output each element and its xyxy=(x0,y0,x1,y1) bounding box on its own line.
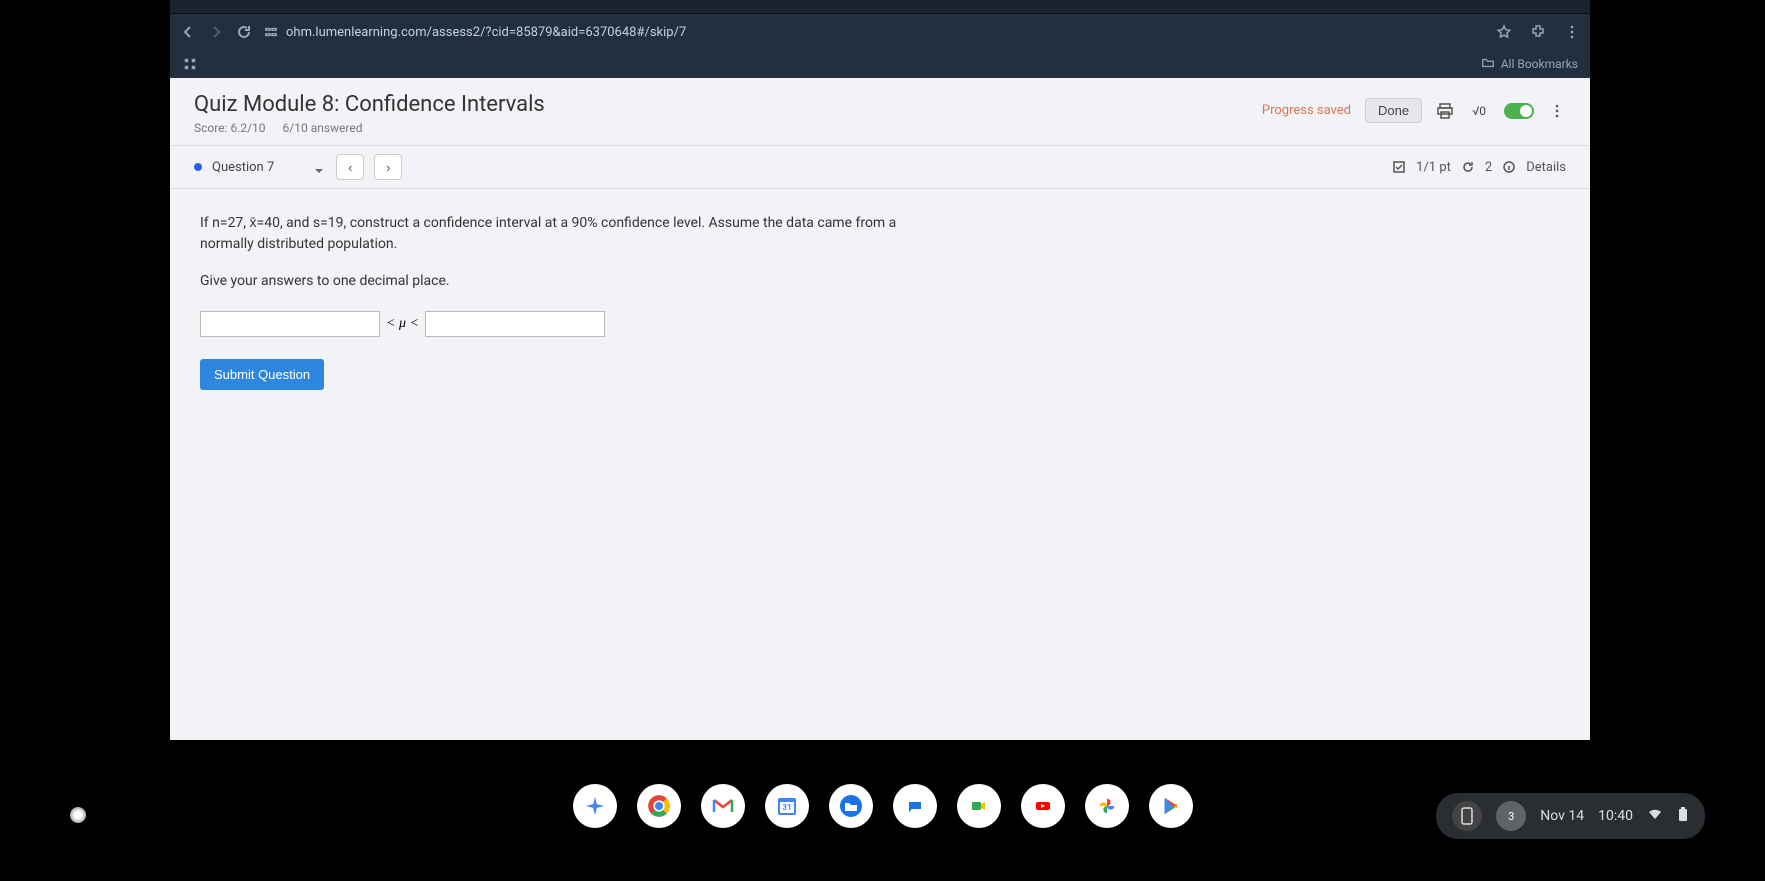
lower-bound-input[interactable] xyxy=(200,311,380,337)
menu-icon[interactable] xyxy=(1564,24,1580,40)
answer-row: < μ < xyxy=(200,311,920,337)
progress-saved-label: Progress saved xyxy=(1262,103,1351,118)
question-text: If n=27, x̄=40, and s=19, construct a co… xyxy=(200,213,920,255)
browser-tab-strip xyxy=(170,0,1590,14)
url-toolbar: ohm.lumenlearning.com/assess2/?cid=85879… xyxy=(170,14,1590,50)
kebab-icon[interactable] xyxy=(1548,102,1566,120)
upper-bound-input[interactable] xyxy=(425,311,605,337)
url-text: ohm.lumenlearning.com/assess2/?cid=85879… xyxy=(286,25,686,40)
browser-window: ohm.lumenlearning.com/assess2/?cid=85879… xyxy=(170,0,1590,740)
extension-icon[interactable] xyxy=(1530,24,1546,40)
print-icon[interactable] xyxy=(1436,102,1454,120)
attempts-label: 2 xyxy=(1485,160,1492,175)
prev-question-button[interactable]: ‹ xyxy=(336,154,364,180)
notification-badge-icon[interactable]: 3 xyxy=(1496,801,1526,831)
question-number-label: Question 7 xyxy=(212,160,274,175)
question-instruction: Give your answers to one decimal place. xyxy=(200,273,920,289)
calendar-app-icon[interactable]: 31 xyxy=(765,784,809,828)
quiz-answered: 6/10 answered xyxy=(283,121,363,135)
system-time: 10:40 xyxy=(1598,808,1633,824)
forward-icon[interactable] xyxy=(208,24,224,40)
phone-hub-icon[interactable] xyxy=(1452,801,1482,831)
quiz-title: Quiz Module 8: Confidence Intervals xyxy=(194,92,545,117)
star-icon[interactable] xyxy=(1496,24,1512,40)
play-store-app-icon[interactable] xyxy=(1149,784,1193,828)
settings-toggle[interactable] xyxy=(1504,103,1534,119)
math-mode-badge: √0 xyxy=(1468,103,1490,119)
points-label: 1/1 pt xyxy=(1416,160,1451,175)
messages-app-icon[interactable] xyxy=(893,784,937,828)
bookmark-bar: All Bookmarks xyxy=(170,50,1590,78)
retry-icon xyxy=(1461,160,1475,174)
system-tray[interactable]: 3 Nov 14 10:40 xyxy=(1436,793,1705,839)
svg-text:31: 31 xyxy=(782,803,791,812)
photos-app-icon[interactable] xyxy=(1085,784,1129,828)
score-icon xyxy=(1392,160,1406,174)
gmail-app-icon[interactable] xyxy=(701,784,745,828)
apps-grid-icon[interactable] xyxy=(182,56,198,72)
submit-question-button[interactable]: Submit Question xyxy=(200,359,324,390)
info-icon[interactable] xyxy=(1502,160,1516,174)
system-date: Nov 14 xyxy=(1540,808,1584,824)
taskbar-apps: 31 xyxy=(573,784,1193,828)
quiz-header: Quiz Module 8: Confidence Intervals Scor… xyxy=(170,78,1590,146)
question-body: If n=27, x̄=40, and s=19, construct a co… xyxy=(170,189,950,414)
mu-inequality-label: < μ < xyxy=(386,316,419,332)
question-nav-bar: Question 7 ‹ › 1/1 pt 2 Detail xyxy=(170,146,1590,189)
chrome-app-icon[interactable] xyxy=(637,784,681,828)
details-label[interactable]: Details xyxy=(1526,160,1566,175)
files-app-icon[interactable] xyxy=(829,784,873,828)
quiz-score: Score: 6.2/10 xyxy=(194,121,266,135)
done-button[interactable]: Done xyxy=(1365,98,1422,123)
url-field[interactable]: ohm.lumenlearning.com/assess2/?cid=85879… xyxy=(264,25,1484,40)
chevron-down-icon[interactable] xyxy=(314,161,326,173)
page-content: Quiz Module 8: Confidence Intervals Scor… xyxy=(170,78,1590,740)
next-question-button[interactable]: › xyxy=(374,154,402,180)
back-icon[interactable] xyxy=(180,24,196,40)
meet-app-icon[interactable] xyxy=(957,784,1001,828)
folder-icon xyxy=(1481,56,1495,73)
all-bookmarks-button[interactable]: All Bookmarks xyxy=(1481,56,1578,73)
reload-icon[interactable] xyxy=(236,24,252,40)
youtube-app-icon[interactable] xyxy=(1021,784,1065,828)
site-settings-icon[interactable] xyxy=(264,25,278,39)
all-bookmarks-label: All Bookmarks xyxy=(1501,57,1578,71)
gemini-app-icon[interactable] xyxy=(573,784,617,828)
question-indicator xyxy=(194,163,202,171)
battery-icon[interactable] xyxy=(1677,806,1689,826)
wifi-icon[interactable] xyxy=(1647,806,1663,826)
